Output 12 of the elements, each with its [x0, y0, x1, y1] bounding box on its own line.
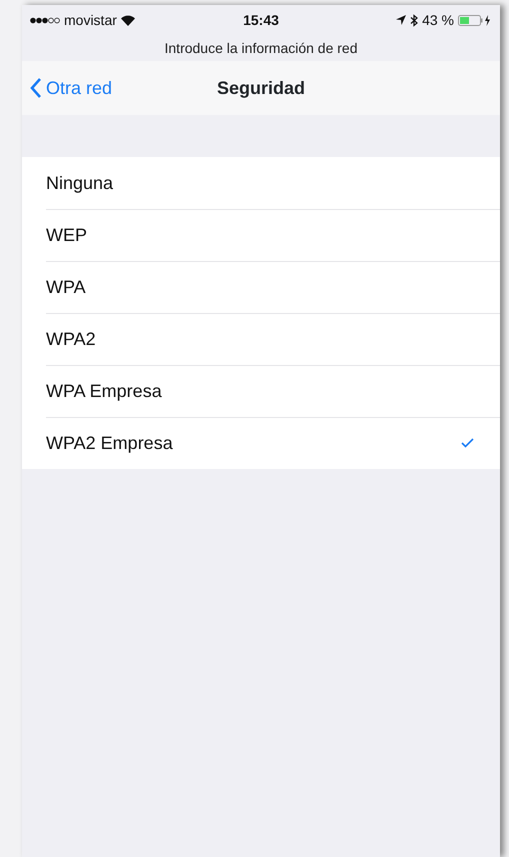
battery-percent: 43 % — [422, 10, 454, 30]
page-title: Seguridad — [217, 76, 306, 100]
back-button[interactable]: Otra red — [30, 74, 112, 102]
clock-time: 15:43 — [243, 10, 279, 30]
location-arrow-icon — [396, 15, 406, 25]
wifi-icon — [120, 14, 135, 26]
bluetooth-icon — [410, 14, 418, 26]
chevron-left-icon — [30, 78, 42, 98]
carrier-name: movistar — [64, 10, 117, 30]
prompt-text: Introduce la información de red — [164, 39, 358, 58]
signal-icon — [30, 16, 60, 24]
battery-charging-icon — [458, 14, 492, 26]
